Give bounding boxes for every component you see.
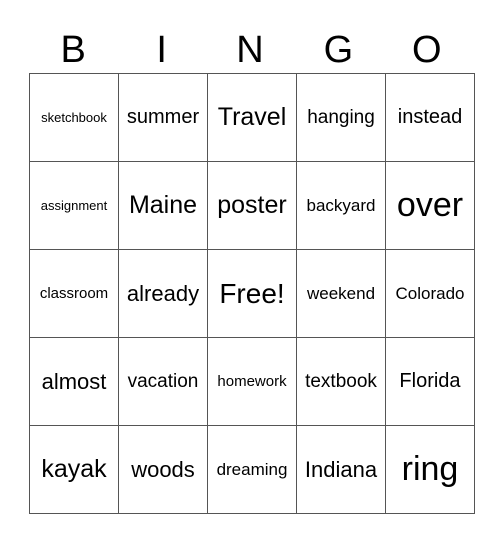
- bingo-cell: vacation: [118, 337, 208, 426]
- bingo-cell: weekend: [296, 249, 386, 338]
- bingo-cell: classroom: [29, 249, 119, 338]
- bingo-cell: Maine: [118, 161, 208, 250]
- header-letter-n: N: [236, 29, 264, 71]
- bingo-cell: woods: [118, 425, 208, 514]
- bingo-cell: sketchbook: [29, 73, 119, 162]
- bingo-cell: Colorado: [385, 249, 475, 338]
- bingo-cell: ring: [385, 425, 475, 514]
- grid-row: classroom already Free! weekend Colorado: [29, 249, 475, 338]
- header-letter-i: I: [156, 29, 167, 71]
- header-letter-o: O: [412, 29, 442, 71]
- bingo-cell: kayak: [29, 425, 119, 514]
- bingo-cell: Travel: [207, 73, 297, 162]
- bingo-cell: poster: [207, 161, 297, 250]
- bingo-cell: hanging: [296, 73, 386, 162]
- bingo-cell: almost: [29, 337, 119, 426]
- bingo-cell: Indiana: [296, 425, 386, 514]
- grid-row: kayak woods dreaming Indiana ring: [29, 425, 475, 514]
- bingo-grid: sketchbook summer Travel hanging instead…: [29, 73, 475, 514]
- free-space-cell: Free!: [207, 249, 297, 338]
- bingo-cell: instead: [385, 73, 475, 162]
- grid-row: almost vacation homework textbook Florid…: [29, 337, 475, 426]
- header-letter-g: G: [323, 29, 354, 71]
- bingo-cell: over: [385, 161, 475, 250]
- grid-row: assignment Maine poster backyard over: [29, 161, 475, 250]
- bingo-cell: dreaming: [207, 425, 297, 514]
- bingo-cell: backyard: [296, 161, 386, 250]
- bingo-cell: already: [118, 249, 208, 338]
- bingo-cell: summer: [118, 73, 208, 162]
- grid-row: sketchbook summer Travel hanging instead: [29, 73, 475, 162]
- header-letter-b: B: [60, 29, 86, 71]
- bingo-cell: textbook: [296, 337, 386, 426]
- bingo-cell: Florida: [385, 337, 475, 426]
- bingo-cell: assignment: [29, 161, 119, 250]
- bingo-cell: homework: [207, 337, 297, 426]
- bingo-header: B I N G O: [29, 28, 471, 73]
